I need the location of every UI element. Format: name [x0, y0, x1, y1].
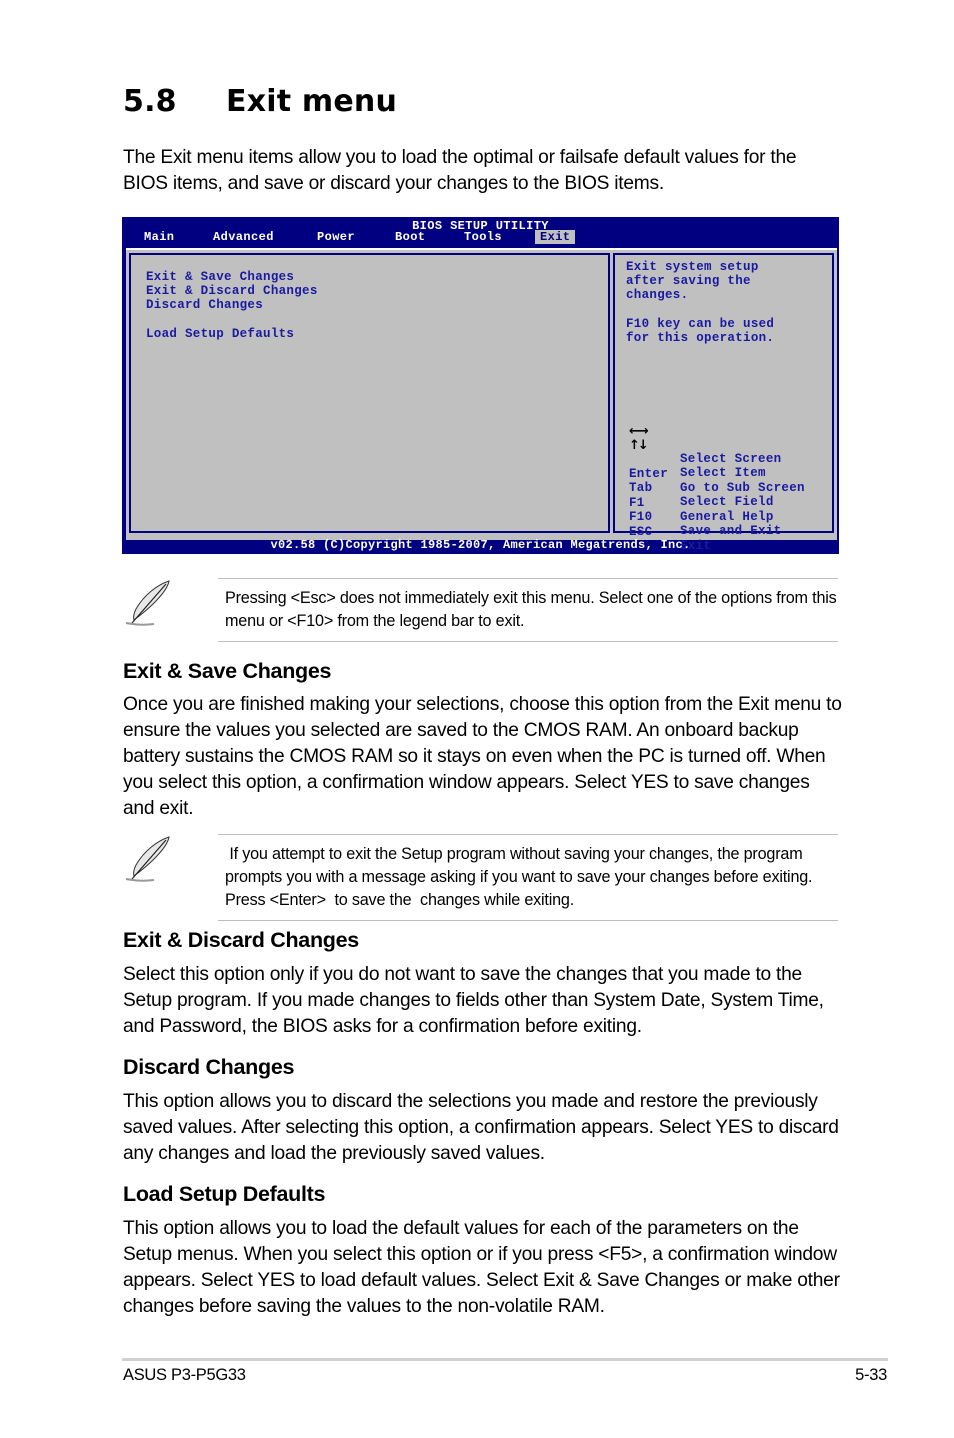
legend-desc: Save and Exit: [680, 524, 782, 538]
footer-page-number: 5-33: [855, 1366, 887, 1384]
legend-key: ESC: [629, 525, 653, 539]
bios-help-panel: Exit system setup after saving the chang…: [613, 253, 834, 553]
heading-exit-save: Exit & Save Changes: [123, 659, 332, 683]
heading-discard: Discard Changes: [123, 1055, 295, 1079]
help-text-line: for this operation.: [626, 331, 775, 345]
note-text: If you attempt to exit the Setup program…: [225, 845, 817, 909]
legend-row: Enter Go to Sub Screen: [629, 453, 805, 495]
bios-copyright: v02.58 (C)Copyright 1985-2007, American …: [270, 538, 691, 552]
footer-divider: [122, 1358, 888, 1361]
tab-boot[interactable]: Boot: [392, 230, 428, 244]
paragraph-discard: This option allows you to discard the se…: [123, 1091, 839, 1164]
tab-advanced[interactable]: Advanced: [210, 230, 277, 244]
legend-desc: Select Item: [680, 466, 766, 480]
legend-desc: Go to Sub Screen: [680, 481, 805, 495]
legend-row: ESC Exit: [629, 511, 711, 553]
section-number: 5.8: [123, 84, 177, 119]
legend-row: ↑↓ Select Item: [629, 438, 766, 480]
legend-desc: Select Field: [680, 495, 774, 509]
tab-tools[interactable]: Tools: [461, 230, 505, 244]
heading-load-defaults: Load Setup Defaults: [123, 1182, 326, 1206]
menu-item-discard[interactable]: Discard Changes: [146, 298, 263, 312]
help-text-line: F10 key can be used: [626, 317, 775, 331]
left-right-arrows-icon: ←→: [629, 424, 649, 439]
menu-item-exit-discard[interactable]: Exit & Discard Changes: [146, 284, 318, 298]
legend-row: F10 Save and Exit: [629, 496, 781, 538]
bios-menu-panel: Exit & Save Changes Exit & Discard Chang…: [129, 253, 610, 533]
bios-tab-bar: Main Advanced Power Boot Tools Exit: [122, 230, 839, 244]
help-text-line: after saving the: [626, 274, 751, 288]
legend-desc: Select Screen: [680, 452, 782, 466]
tab-exit[interactable]: Exit: [535, 230, 576, 244]
section-heading: Exit menu: [226, 84, 398, 119]
menu-item-load-defaults[interactable]: Load Setup Defaults: [146, 327, 294, 341]
note-text: Pressing <Esc> does not immediately exit…: [225, 589, 837, 630]
heading-exit-discard: Exit & Discard Changes: [123, 928, 359, 952]
tab-power[interactable]: Power: [314, 230, 358, 244]
legend-row: ←→ Select Screen: [629, 424, 781, 466]
up-down-arrows-icon: ↑↓: [629, 438, 649, 453]
feather-pen-icon: [125, 836, 170, 882]
paragraph-exit-save: Once you are finished making your select…: [123, 694, 842, 819]
legend-row: F1 General Help: [629, 482, 773, 524]
intro-paragraph: The Exit menu items allow you to load th…: [123, 147, 797, 194]
section-title: 5.8 Exit menu: [123, 84, 397, 119]
note-box: If you attempt to exit the Setup program…: [122, 833, 838, 922]
help-text-line: Exit system setup: [626, 260, 759, 274]
feather-pen-icon: [125, 580, 170, 626]
note-box: Pressing <Esc> does not immediately exit…: [122, 577, 838, 643]
menu-item-exit-save[interactable]: Exit & Save Changes: [146, 270, 294, 284]
bios-main-panel: Exit & Save Changes Exit & Discard Chang…: [126, 248, 837, 553]
help-text-line: changes.: [626, 288, 689, 302]
bios-screen: BIOS SETUP UTILITY Main Advanced Power B…: [122, 217, 839, 554]
footer-product: ASUS P3-P5G33: [123, 1366, 246, 1384]
paragraph-exit-discard: Select this option only if you do not wa…: [123, 964, 824, 1037]
legend-desc: General Help: [680, 510, 774, 524]
tab-main[interactable]: Main: [141, 230, 177, 244]
paragraph-load-defaults: This option allows you to load the defau…: [123, 1218, 840, 1317]
legend-row: Tab Select Field: [629, 467, 773, 509]
